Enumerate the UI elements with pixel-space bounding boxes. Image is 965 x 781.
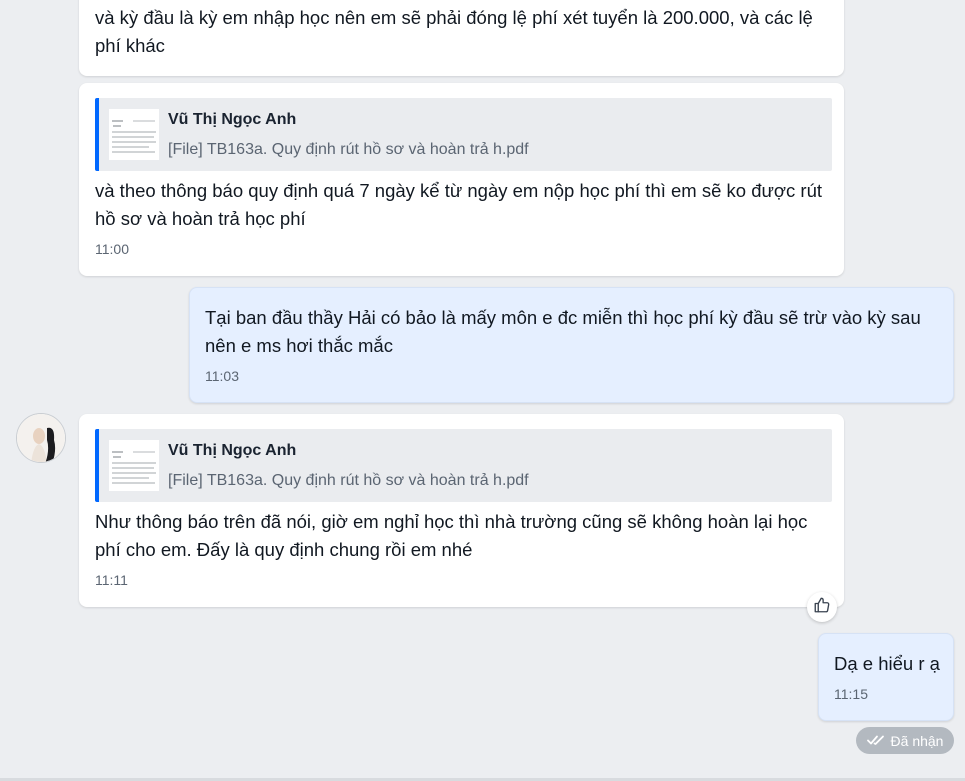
message-bubble-outgoing[interactable]: Tại ban đầu thầy Hải có bảo là mấy môn e… bbox=[189, 287, 954, 403]
message-time: 11:00 bbox=[95, 241, 129, 257]
message-bubble-outgoing[interactable]: Dạ e hiểu r ạ 11:15 bbox=[818, 633, 954, 721]
message-time: 11:15 bbox=[834, 686, 868, 702]
message-time: 11:03 bbox=[205, 368, 239, 384]
sender-avatar[interactable] bbox=[16, 413, 66, 463]
quoted-sender-name: Vũ Thị Ngọc Anh bbox=[168, 442, 297, 459]
quoted-file[interactable]: Vũ Thị Ngọc Anh [File] TB163a. Quy định … bbox=[95, 98, 832, 171]
quoted-file[interactable]: Vũ Thị Ngọc Anh [File] TB163a. Quy định … bbox=[95, 429, 832, 502]
message-bubble-incoming[interactable]: Vũ Thị Ngọc Anh [File] TB163a. Quy định … bbox=[79, 83, 844, 276]
delivery-status-badge: Đã nhận bbox=[856, 727, 954, 754]
message-text: Dạ e hiểu r ạ bbox=[834, 653, 940, 674]
quoted-sender-name: Vũ Thị Ngọc Anh bbox=[168, 111, 297, 128]
message-bubble-incoming[interactable]: Vũ Thị Ngọc Anh [File] TB163a. Quy định … bbox=[79, 414, 844, 607]
quoted-file-name: [File] TB163a. Quy định rút hồ sơ và hoà… bbox=[168, 141, 529, 158]
thumbs-up-icon bbox=[813, 596, 831, 619]
message-bubble-incoming[interactable]: và kỳ đầu là kỳ em nhập học nên em sẽ ph… bbox=[79, 0, 844, 76]
message-text: và kỳ đầu là kỳ em nhập học nên em sẽ ph… bbox=[95, 7, 813, 56]
message-text: Tại ban đầu thầy Hải có bảo là mấy môn e… bbox=[205, 307, 921, 356]
delivery-status-label: Đã nhận bbox=[890, 732, 944, 749]
file-thumbnail bbox=[109, 109, 159, 160]
message-text: và theo thông báo quy định quá 7 ngày kể… bbox=[95, 180, 823, 229]
reaction-button[interactable] bbox=[807, 592, 837, 622]
double-check-icon bbox=[866, 733, 885, 749]
message-time: 11:11 bbox=[95, 572, 128, 588]
message-text: Như thông báo trên đã nói, giờ em nghỉ h… bbox=[95, 511, 808, 560]
file-thumbnail bbox=[109, 440, 159, 491]
quoted-file-name: [File] TB163a. Quy định rút hồ sơ và hoà… bbox=[168, 472, 529, 489]
